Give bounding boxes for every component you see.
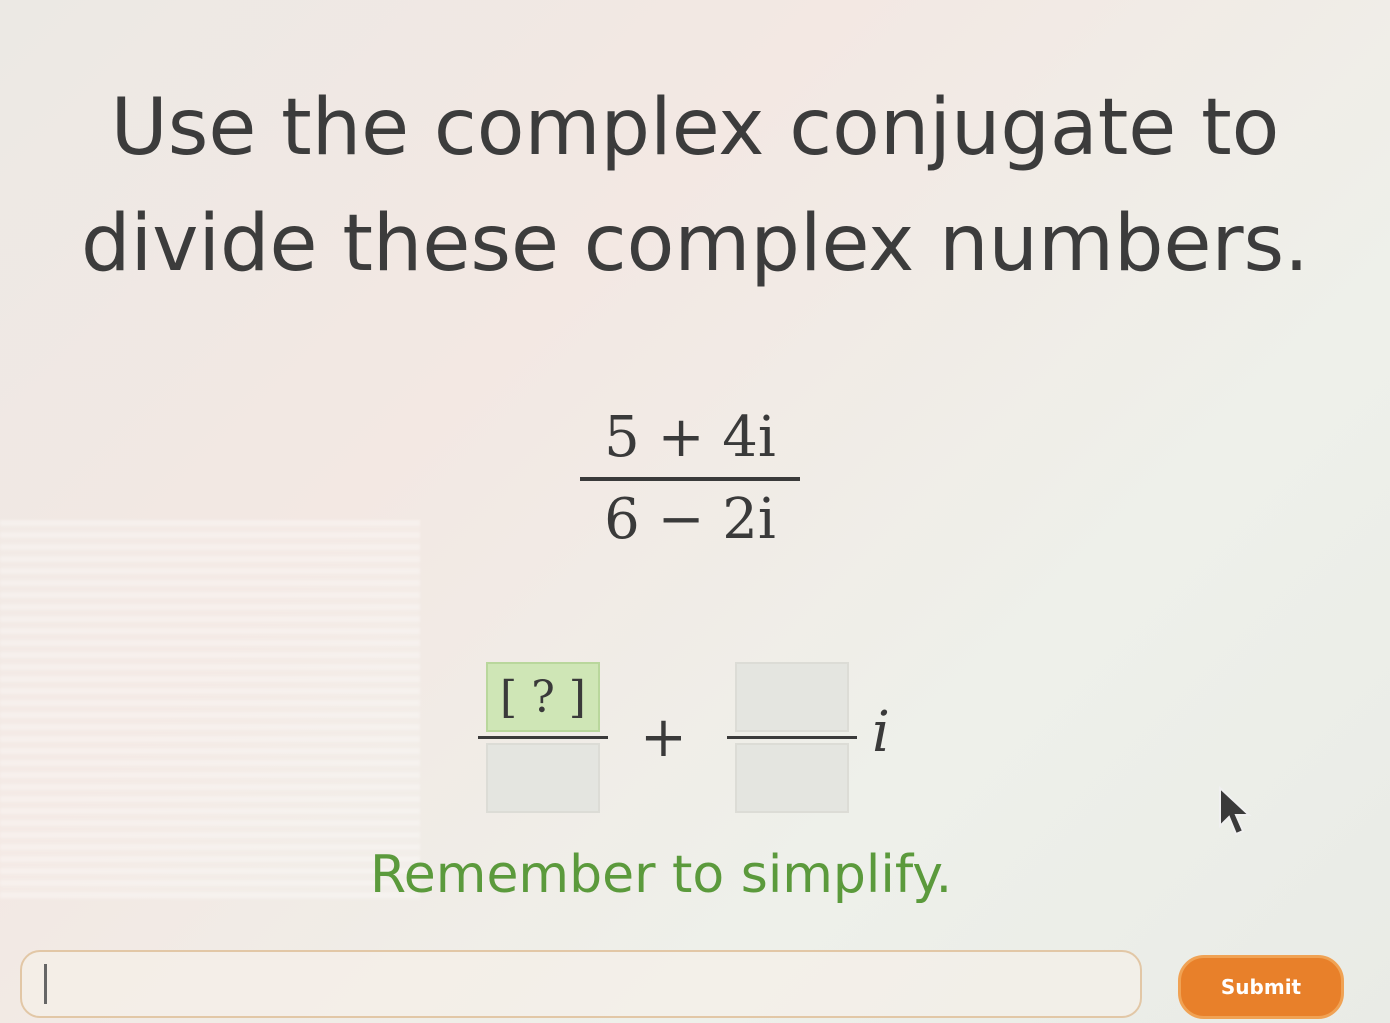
answer-input[interactable] <box>20 950 1142 1018</box>
submit-button[interactable]: Submit <box>1178 955 1344 1019</box>
real-part-fraction: [ ? ] <box>478 662 608 813</box>
problem-numerator: 5 + 4i <box>604 405 776 470</box>
question-line-2: divide these complex numbers. <box>81 199 1309 289</box>
imaginary-unit: i <box>872 700 890 765</box>
imag-fraction-bar <box>727 736 857 739</box>
real-numerator-box[interactable]: [ ? ] <box>486 662 600 732</box>
question-prompt: Use the complex conjugate to divide thes… <box>60 70 1330 302</box>
problem-denominator: 6 − 2i <box>604 487 776 552</box>
question-line-1: Use the complex conjugate to <box>110 83 1280 173</box>
imag-numerator-box[interactable] <box>735 662 849 732</box>
imag-denominator-box[interactable] <box>735 743 849 813</box>
plus-sign: + <box>640 705 687 770</box>
real-denominator-box[interactable] <box>486 743 600 813</box>
mouse-pointer-icon <box>1219 786 1252 836</box>
simplify-hint: Remember to simplify. <box>370 845 953 905</box>
real-fraction-bar <box>478 736 608 739</box>
screen-glare <box>0 520 420 900</box>
problem-fraction: 5 + 4i 6 − 2i <box>560 405 820 553</box>
text-caret <box>44 964 47 1004</box>
imaginary-part-fraction <box>727 662 857 813</box>
problem-fraction-bar <box>580 477 800 481</box>
